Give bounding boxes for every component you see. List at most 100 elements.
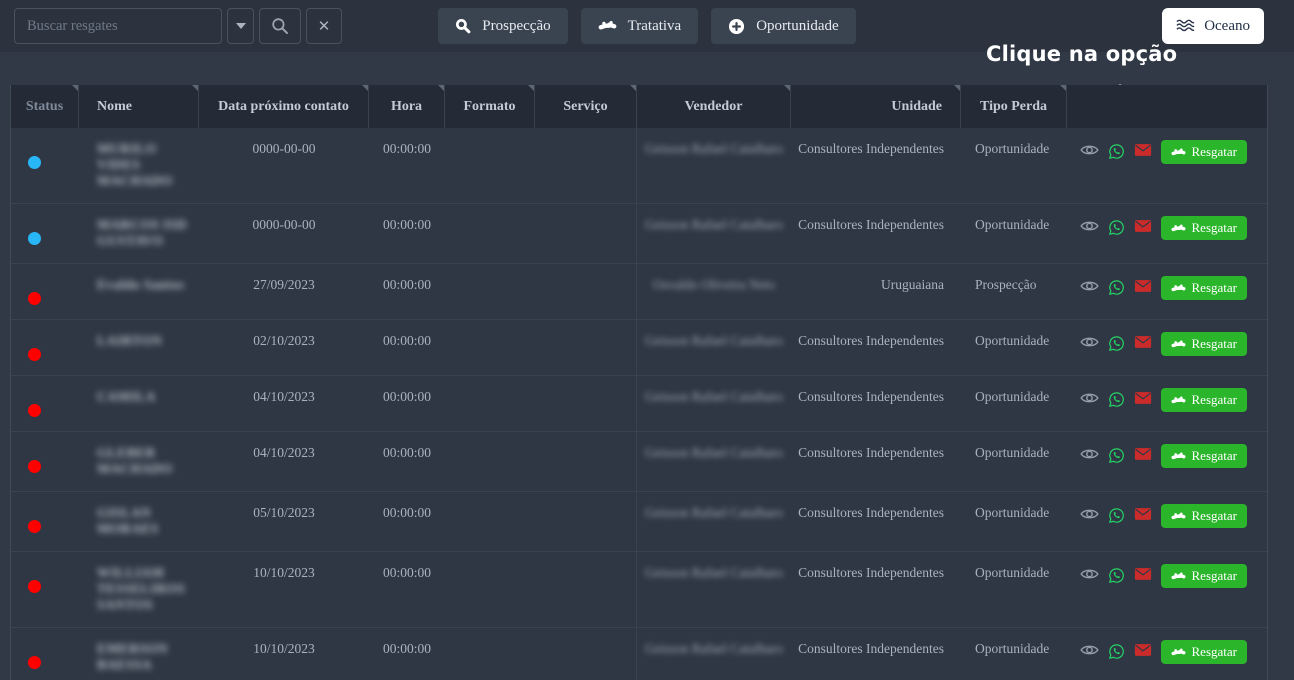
formato-cell — [445, 432, 535, 491]
unidade-cell: Consultores Independentes — [798, 217, 944, 232]
tipo-perda-cell: Oportunidade — [975, 641, 1050, 656]
data-proximo-contato-cell: 10/10/2023 — [253, 565, 315, 580]
whatsapp-icon[interactable] — [1108, 219, 1125, 236]
vendedor-cell: Geisson Rafael Catalharo — [637, 432, 791, 491]
search-button[interactable] — [259, 8, 301, 44]
column-header-formato[interactable]: Formato — [445, 85, 535, 128]
status-dot — [28, 520, 41, 533]
email-icon[interactable] — [1134, 335, 1152, 349]
handshake-icon — [1170, 339, 1186, 350]
whatsapp-icon[interactable] — [1108, 447, 1125, 464]
status-dot — [28, 348, 41, 361]
email-icon[interactable] — [1134, 279, 1152, 293]
vendedor-text-blurred: Osvaldo Oliveira Neto — [652, 277, 776, 292]
table-row: WILLIAM TESSELIROS SANTOS 10/10/2023 00:… — [11, 551, 1267, 627]
status-dot — [28, 656, 41, 669]
prospeccao-button[interactable]: Prospecção — [438, 8, 568, 44]
tipo-perda-cell: Oportunidade — [975, 141, 1050, 156]
email-icon[interactable] — [1134, 507, 1152, 521]
eye-icon[interactable] — [1079, 335, 1099, 349]
whatsapp-icon[interactable] — [1108, 143, 1125, 160]
whatsapp-icon[interactable] — [1108, 567, 1125, 584]
vendedor-cell: Geisson Rafael Catalharo — [637, 204, 791, 263]
search-dropdown-button[interactable] — [227, 8, 254, 44]
vendedor-text-blurred: Geisson Rafael Catalharo — [645, 641, 783, 656]
resgatar-button[interactable]: Resgatar — [1160, 332, 1247, 356]
whatsapp-icon[interactable] — [1108, 643, 1125, 660]
oceano-button[interactable]: Oceano — [1162, 8, 1264, 44]
column-header-tipo-perda[interactable]: Tipo Perda — [961, 85, 1067, 128]
unidade-cell: Consultores Independentes — [798, 141, 944, 156]
whatsapp-icon[interactable] — [1108, 507, 1125, 524]
column-header-unidade[interactable]: Unidade — [791, 85, 961, 128]
search-input[interactable] — [14, 8, 222, 44]
column-header-vendedor[interactable]: Vendedor — [637, 85, 791, 128]
clear-search-button[interactable]: ✕ — [306, 8, 342, 44]
whatsapp-icon[interactable] — [1108, 335, 1125, 352]
column-header-hora[interactable]: Hora — [369, 85, 445, 128]
column-header-data[interactable]: Data próximo contato — [199, 85, 369, 128]
resgatar-button[interactable]: Resgatar — [1160, 504, 1247, 528]
eye-icon[interactable] — [1079, 447, 1099, 461]
nome-text-blurred: MARCOS ISD GUSTAVO — [97, 217, 187, 248]
resgatar-button[interactable]: Resgatar — [1160, 640, 1247, 664]
eye-icon[interactable] — [1079, 507, 1099, 521]
eye-icon[interactable] — [1079, 391, 1099, 405]
nome-cell: GLEBER MACHADO — [79, 432, 199, 491]
search-group: ✕ — [14, 8, 342, 44]
column-header-servico[interactable]: Serviço — [535, 85, 637, 128]
unidade-cell: Consultores Independentes — [798, 505, 944, 520]
hora-cell: 00:00:00 — [382, 277, 431, 292]
whatsapp-icon[interactable] — [1108, 391, 1125, 408]
status-cell — [11, 320, 79, 375]
tipo-perda-cell: Prospecção — [975, 277, 1037, 292]
resgatar-label: Resgatar — [1191, 644, 1237, 659]
vendedor-cell: Geisson Rafael Catalharo — [637, 128, 791, 203]
eye-icon[interactable] — [1079, 567, 1099, 581]
eye-icon[interactable] — [1079, 643, 1099, 657]
table-row: MURILO VIDES MACHADO 0000-00-00 00:00:00… — [11, 128, 1267, 203]
status-dot — [28, 460, 41, 473]
nome-cell: Evaldo Santos — [79, 264, 199, 319]
prospeccao-label: Prospecção — [482, 17, 551, 34]
eye-icon[interactable] — [1079, 143, 1099, 157]
table-body: MURILO VIDES MACHADO 0000-00-00 00:00:00… — [11, 128, 1267, 680]
waves-icon — [1176, 18, 1195, 34]
formato-cell — [445, 128, 535, 203]
column-header-nome[interactable]: Nome — [79, 85, 199, 128]
whatsapp-icon[interactable] — [1108, 279, 1125, 296]
hora-cell: 00:00:00 — [382, 141, 431, 156]
oportunidade-button[interactable]: Oportunidade — [711, 8, 856, 44]
handshake-icon — [1170, 147, 1186, 158]
email-icon[interactable] — [1134, 643, 1152, 657]
email-icon[interactable] — [1134, 143, 1152, 157]
resgatar-button[interactable]: Resgatar — [1160, 564, 1247, 588]
tratativa-button[interactable]: Tratativa — [580, 8, 699, 44]
vendedor-text-blurred: Geisson Rafael Catalharo — [645, 217, 783, 232]
eye-icon[interactable] — [1079, 219, 1099, 233]
data-proximo-contato-cell: 0000-00-00 — [252, 217, 316, 232]
resgatar-button[interactable]: Resgatar — [1160, 140, 1247, 164]
resgatar-button[interactable]: Resgatar — [1160, 216, 1247, 240]
unidade-cell: Consultores Independentes — [798, 641, 944, 656]
email-icon[interactable] — [1134, 391, 1152, 405]
nome-cell: LAIRTON — [79, 320, 199, 375]
email-icon[interactable] — [1134, 567, 1152, 581]
resgatar-label: Resgatar — [1191, 144, 1237, 159]
acoes-cell: Resgatar — [1067, 376, 1267, 412]
resgatar-button[interactable]: Resgatar — [1160, 388, 1247, 412]
hora-cell: 00:00:00 — [382, 445, 431, 460]
nome-cell: EMERSON BAESSA — [79, 628, 199, 680]
resgatar-label: Resgatar — [1191, 568, 1237, 583]
vendedor-cell: Geisson Rafael Catalharo — [637, 552, 791, 627]
vendedor-cell: Geisson Rafael Catalharo — [637, 492, 791, 551]
resgatar-button[interactable]: Resgatar — [1160, 276, 1247, 300]
eye-icon[interactable] — [1079, 279, 1099, 293]
email-icon[interactable] — [1134, 447, 1152, 461]
email-icon[interactable] — [1134, 219, 1152, 233]
handshake-icon — [1170, 451, 1186, 462]
resgatar-button[interactable]: Resgatar — [1160, 444, 1247, 468]
column-header-status[interactable]: Status — [11, 85, 79, 128]
resgatar-label: Resgatar — [1191, 336, 1237, 351]
unidade-cell: Uruguaiana — [881, 277, 944, 292]
